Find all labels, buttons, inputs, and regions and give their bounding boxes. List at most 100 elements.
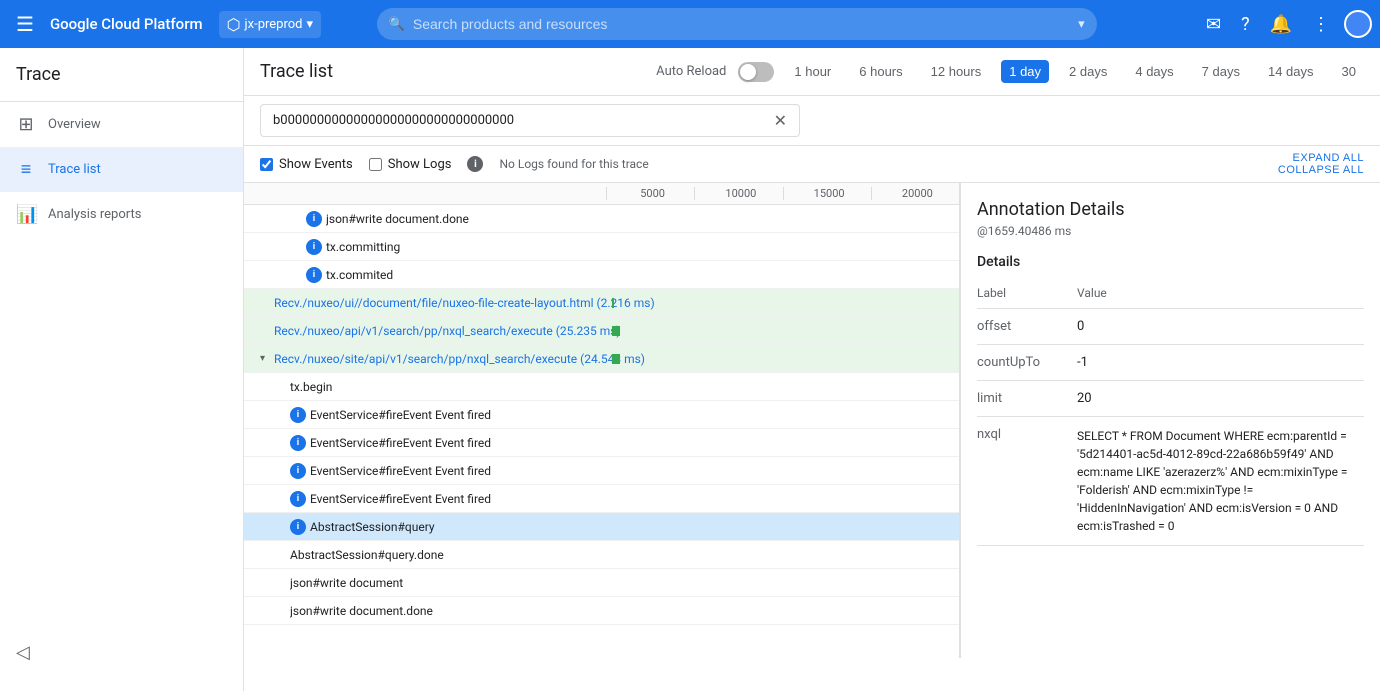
ann-label-header: Label (977, 282, 1077, 309)
trace-bar-area (636, 407, 951, 423)
ann-label-offset: offset (977, 309, 1077, 345)
trace-row[interactable]: i json#write document.done (244, 205, 959, 233)
time-12hours-button[interactable]: 12 hours (923, 60, 990, 83)
nav-right-actions: ✉ ? 🔔 ⋮ (1200, 8, 1372, 41)
trace-search-box: b00000000000000000000000000000000 ✕ (260, 104, 800, 137)
show-events-checkbox-label[interactable]: Show Events (260, 157, 353, 172)
expand-triangle-icon (276, 605, 288, 617)
search-dropdown-icon[interactable]: ▾ (1078, 17, 1085, 32)
trace-row[interactable]: i tx.committing (244, 233, 959, 261)
trace-list-panel: 5000 10000 15000 20000 i json#write docu… (244, 183, 960, 658)
avatar[interactable] (1344, 10, 1372, 38)
trace-row[interactable]: i EventService#fireEvent Event fired (244, 401, 959, 429)
search-row: b00000000000000000000000000000000 ✕ (244, 96, 1380, 146)
ann-row-offset: offset 0 (977, 309, 1364, 345)
logs-info-icon[interactable]: i (467, 156, 483, 172)
trace-row[interactable]: i EventService#fireEvent Event fired (244, 429, 959, 457)
time-6hours-button[interactable]: 6 hours (851, 60, 910, 83)
info-icon: i (290, 519, 306, 535)
email-icon[interactable]: ✉ (1200, 8, 1227, 41)
expand-triangle-icon[interactable]: ▾ (260, 353, 272, 365)
search-input[interactable] (413, 16, 1078, 32)
time-7days-button[interactable]: 7 days (1194, 60, 1248, 83)
expand-all-button[interactable]: EXPAND ALL (1293, 152, 1364, 164)
info-icon: i (290, 463, 306, 479)
trace-bar-area (636, 603, 951, 619)
trace-row-label: AbstractSession#query.done (290, 548, 444, 562)
help-icon[interactable]: ? (1235, 8, 1256, 41)
notifications-icon[interactable]: 🔔 (1264, 8, 1298, 41)
search-icon: 🔍 (389, 17, 405, 32)
trace-row-label: tx.commited (326, 268, 393, 282)
show-events-checkbox[interactable] (260, 158, 273, 171)
ann-value-nxql: SELECT * FROM Document WHERE ecm:parentI… (1077, 417, 1364, 546)
time-2days-button[interactable]: 2 days (1061, 60, 1115, 83)
trace-row-label: Recv./nuxeo/site/api/v1/search/pp/nxql_s… (274, 352, 645, 366)
trace-row[interactable]: json#write document.done (244, 597, 959, 625)
sidebar-item-label-analysis: Analysis reports (48, 207, 141, 222)
more-options-icon[interactable]: ⋮ (1306, 8, 1336, 41)
expand-triangle-icon (260, 297, 272, 309)
ann-row-countUpTo: countUpTo -1 (977, 345, 1364, 381)
sidebar-collapse-button[interactable]: ◁ (8, 634, 38, 671)
ann-nxql-text: SELECT * FROM Document WHERE ecm:parentI… (1077, 429, 1348, 533)
ann-label-limit: limit (977, 381, 1077, 417)
ann-value-offset: 0 (1077, 309, 1364, 345)
annotation-table: Label Value offset 0 countUpTo -1 limit (977, 282, 1364, 546)
auto-reload-toggle[interactable] (738, 62, 774, 82)
trace-bar-area (636, 435, 951, 451)
ann-label-countUpTo: countUpTo (977, 345, 1077, 381)
project-icon: ⬡ (227, 15, 241, 34)
hamburger-menu-icon[interactable]: ☰ (8, 4, 42, 44)
trace-row-label: EventService#fireEvent Event fired (310, 492, 491, 506)
scale-mark-15000: 15000 (783, 187, 871, 200)
analysis-icon: 📊 (16, 204, 36, 225)
trace-row[interactable]: AbstractSession#query.done (244, 541, 959, 569)
trace-row[interactable]: i tx.commited (244, 261, 959, 289)
sidebar-item-trace-list[interactable]: ≡ Trace list (0, 147, 243, 192)
ann-row-nxql: nxql SELECT * FROM Document WHERE ecm:pa… (977, 417, 1364, 546)
scale-mark-5000: 5000 (606, 187, 694, 200)
trace-row-label: EventService#fireEvent Event fired (310, 436, 491, 450)
trace-bar-area (636, 519, 951, 535)
expand-triangle-icon (292, 213, 304, 225)
expand-triangle-icon (276, 437, 288, 449)
trace-row[interactable]: tx.begin (244, 373, 959, 401)
trace-bar-area (636, 463, 951, 479)
show-logs-checkbox-label[interactable]: Show Logs (369, 157, 452, 172)
project-selector[interactable]: ⬡ jx-preprod ▾ (219, 11, 321, 38)
top-navigation: ☰ Google Cloud Platform ⬡ jx-preprod ▾ 🔍… (0, 0, 1380, 48)
info-icon: i (306, 239, 322, 255)
time-4days-button[interactable]: 4 days (1127, 60, 1181, 83)
trace-row[interactable]: i EventService#fireEvent Event fired (244, 485, 959, 513)
trace-row[interactable]: i EventService#fireEvent Event fired (244, 457, 959, 485)
search-value: b00000000000000000000000000000000 (273, 113, 514, 128)
sidebar-item-overview[interactable]: ⊞ Overview (0, 102, 243, 147)
trace-bar-area (636, 547, 951, 563)
trace-row-label: tx.committing (326, 240, 400, 254)
show-logs-checkbox[interactable] (369, 158, 382, 171)
expand-triangle-icon (292, 269, 304, 281)
time-30-button[interactable]: 30 (1334, 60, 1364, 83)
time-1day-button[interactable]: 1 day (1001, 60, 1049, 83)
time-14days-button[interactable]: 14 days (1260, 60, 1322, 83)
sidebar-item-analysis-reports[interactable]: 📊 Analysis reports (0, 192, 243, 237)
trace-row-label: Recv./nuxeo/ui//document/file/nuxeo-file… (274, 296, 655, 310)
trace-content-area: 5000 10000 15000 20000 i json#write docu… (244, 183, 1380, 658)
info-icon: i (306, 267, 322, 283)
trace-list-header: Trace list Auto Reload 1 hour 6 hours 12… (244, 48, 1380, 96)
scale-mark-10000: 10000 (694, 187, 782, 200)
trace-row[interactable]: Recv./nuxeo/api/v1/search/pp/nxql_search… (244, 317, 959, 345)
trace-row-abstract-session[interactable]: i AbstractSession#query (244, 513, 959, 541)
trace-row[interactable]: json#write document (244, 569, 959, 597)
app-logo: Google Cloud Platform (50, 15, 203, 33)
trace-row[interactable]: Recv./nuxeo/ui//document/file/nuxeo-file… (244, 289, 959, 317)
global-search-bar[interactable]: 🔍 ▾ (377, 8, 1097, 40)
trace-row[interactable]: ▾ Recv./nuxeo/site/api/v1/search/pp/nxql… (244, 345, 959, 373)
collapse-all-button[interactable]: COLLAPSE ALL (1278, 164, 1364, 176)
search-clear-button[interactable]: ✕ (774, 111, 787, 130)
trace-row-label: tx.begin (290, 380, 332, 394)
expand-triangle-icon (276, 465, 288, 477)
time-1hour-button[interactable]: 1 hour (786, 60, 839, 83)
expand-collapse-buttons: EXPAND ALL COLLAPSE ALL (1278, 152, 1364, 176)
